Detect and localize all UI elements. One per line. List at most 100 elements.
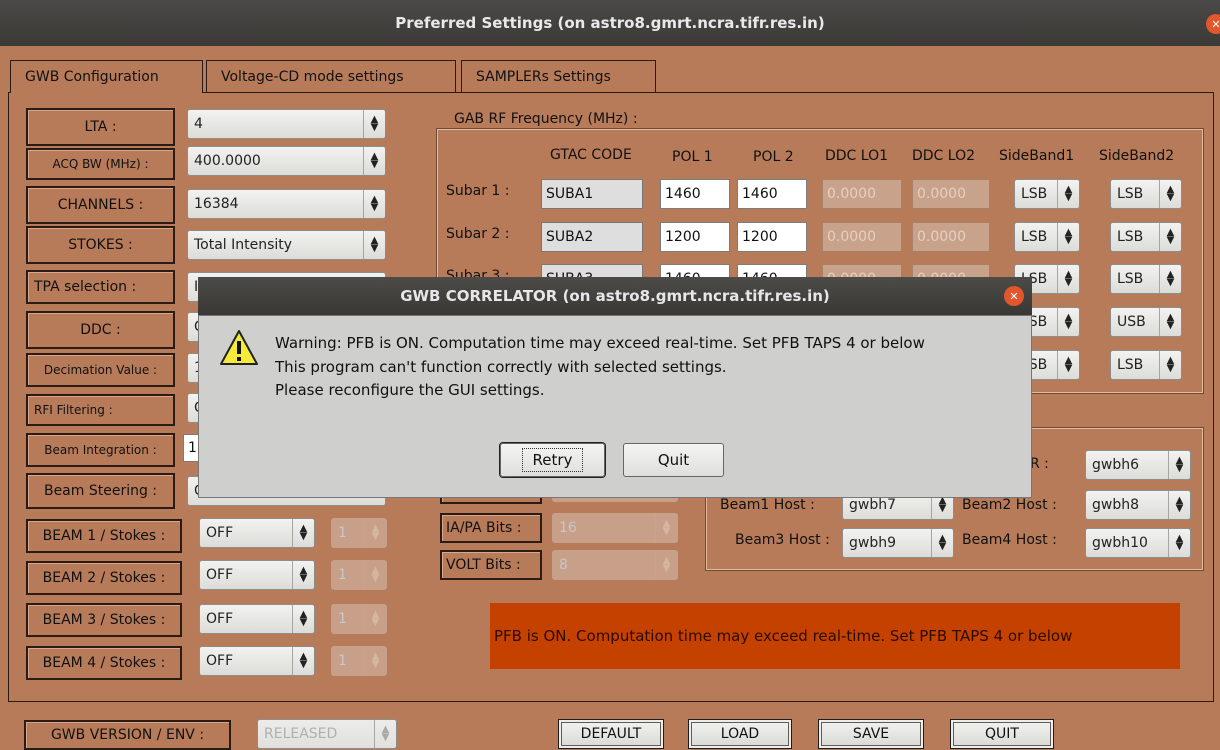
subar-1-code-input[interactable]: SUBA1 (541, 179, 643, 209)
beam3-host-select[interactable]: gwbh9 ▲ ▼ (842, 528, 954, 558)
rf-frequency-title: GAB RF Frequency (MHz) : (450, 111, 642, 127)
subar-1-sideband1-select[interactable]: LSB ▲ ▼ (1014, 179, 1080, 209)
beam-3-select[interactable]: OFF ▲ ▼ (199, 604, 315, 634)
tpa-selection-label: TPA selection : (26, 270, 175, 304)
default-button[interactable]: DEFAULT (558, 719, 664, 749)
spin-arrows-icon: ▲ ▼ (1057, 265, 1079, 293)
beam-4-select[interactable]: OFF ▲ ▼ (199, 646, 315, 676)
beam1-host-label: Beam1 Host : (720, 497, 815, 513)
dialog-message-line-2: This program can't function correctly wi… (275, 358, 727, 376)
beam-2-stokes-spin[interactable]: 1 ▲ ▼ (331, 560, 387, 590)
stokes-select[interactable]: Total Intensity ▲ ▼ (187, 230, 386, 260)
tab-samplers-settings[interactable]: SAMPLERs Settings (461, 60, 656, 92)
subar-2-lo2-input[interactable]: 0.0000 (912, 222, 990, 252)
tab-voltage-cd-mode[interactable]: Voltage-CD mode settings (206, 60, 456, 92)
spin-arrows-icon: ▲ ▼ (364, 605, 386, 633)
beam-1-select[interactable]: OFF ▲ ▼ (199, 518, 315, 548)
spin-arrows-icon: ▲ ▼ (363, 110, 385, 138)
subar-1-pol1-input[interactable]: 1460 (660, 179, 730, 209)
spin-arrows-icon: ▲ ▼ (931, 529, 953, 557)
rfi-filtering-label: RFI Filtering : (26, 394, 175, 426)
dialog-titlebar: GWB CORRELATOR (on astro8.gmrt.ncra.tifr… (198, 277, 1032, 315)
beam-1-stokes-spin[interactable]: 1 ▲ ▼ (331, 518, 387, 548)
warning-icon (220, 330, 258, 365)
subar-2-sideband2-select[interactable]: LSB ▲ ▼ (1110, 222, 1182, 252)
gwb-version-select[interactable]: RELEASED ▲ ▼ (257, 719, 397, 749)
header-sideband1: SideBand1 (999, 148, 1075, 164)
subar-1-sideband2-select[interactable]: LSB ▲ ▼ (1110, 179, 1182, 209)
subar-1-lo1-input[interactable]: 0.0000 (822, 179, 902, 209)
dialog-message-line-3: Please reconfigure the GUI settings. (275, 381, 545, 399)
subar-1-lo2-input[interactable]: 0.0000 (912, 179, 990, 209)
volt-bits-select[interactable]: 8 ▲ ▼ (552, 550, 678, 580)
header-sideband2: SideBand2 (1099, 148, 1175, 164)
beam-3-stokes-spin[interactable]: 1 ▲ ▼ (331, 604, 387, 634)
beam4-host-label: Beam4 Host : (962, 532, 1057, 548)
spin-arrows-icon: ▲ ▼ (292, 647, 314, 675)
beam4-host-select[interactable]: gwbh10 ▲ ▼ (1085, 528, 1191, 558)
spin-arrows-icon: ▲ ▼ (1168, 451, 1190, 479)
window-title: Preferred Settings (on astro8.gmrt.ncra.… (395, 14, 825, 32)
spin-arrows-icon: ▲ ▼ (655, 514, 677, 542)
r-host-label: R : (1030, 456, 1049, 472)
close-icon[interactable]: ✕ (1206, 14, 1220, 34)
beam-2-select[interactable]: OFF ▲ ▼ (199, 560, 315, 590)
dialog-title: GWB CORRELATOR (on astro8.gmrt.ncra.tifr… (400, 287, 830, 305)
channels-select[interactable]: 16384 ▲ ▼ (187, 189, 386, 219)
header-pol2: POL 2 (753, 149, 794, 165)
spin-arrows-icon: ▲ ▼ (655, 551, 677, 579)
subar-2-pol2-input[interactable]: 1200 (737, 222, 807, 252)
subar-2-pol1-input[interactable]: 1200 (660, 222, 730, 252)
header-ddc-lo1: DDC LO1 (825, 148, 889, 164)
spin-arrows-icon: ▲ ▼ (1057, 351, 1079, 379)
save-button[interactable]: SAVE (818, 719, 924, 749)
dialog-quit-button[interactable]: Quit (623, 443, 724, 477)
lta-select[interactable]: 4 ▲ ▼ (187, 109, 386, 139)
subar-2-sideband1-select[interactable]: LSB ▲ ▼ (1014, 222, 1080, 252)
dialog-close-icon[interactable]: ✕ (1004, 286, 1024, 306)
channels-label: CHANNELS : (26, 186, 175, 224)
spin-arrows-icon: ▲ ▼ (363, 190, 385, 218)
spin-arrows-icon: ▲ ▼ (1159, 351, 1181, 379)
beam-4-stokes-label: BEAM 4 / Stokes : (26, 646, 182, 680)
tab-gwb-configuration[interactable]: GWB Configuration (10, 60, 203, 93)
beam-steering-label: Beam Steering : (26, 473, 175, 509)
beam2-host-select[interactable]: gwbh8 ▲ ▼ (1085, 490, 1191, 520)
beam-3-stokes-label: BEAM 3 / Stokes : (26, 603, 182, 637)
spin-arrows-icon: ▲ ▼ (364, 519, 386, 547)
subar-3-sideband2-select[interactable]: LSB ▲ ▼ (1110, 264, 1182, 294)
spin-arrows-icon: ▲ ▼ (1057, 180, 1079, 208)
quit-button[interactable]: QUIT (950, 719, 1054, 749)
spin-arrows-icon: ▲ ▼ (363, 231, 385, 259)
ddc-label: DDC : (26, 311, 175, 349)
header-gtac-code: GTAC CODE (550, 147, 632, 163)
spin-arrows-icon: ▲ ▼ (1057, 223, 1079, 251)
gwb-version-label: GWB VERSION / ENV : (24, 720, 231, 750)
beam-4-stokes-spin[interactable]: 1 ▲ ▼ (331, 646, 387, 676)
window-titlebar: Preferred Settings (on astro8.gmrt.ncra.… (0, 0, 1220, 46)
subar-5-sideband2-select[interactable]: LSB ▲ ▼ (1110, 350, 1182, 380)
spin-arrows-icon: ▲ ▼ (292, 519, 314, 547)
beam-1-stokes-label: BEAM 1 / Stokes : (26, 519, 182, 553)
spin-arrows-icon: ▲ ▼ (374, 720, 396, 748)
spin-arrows-icon: ▲ ▼ (364, 647, 386, 675)
spin-arrows-icon: ▲ ▼ (1168, 529, 1190, 557)
subar-1-pol2-input[interactable]: 1460 (737, 179, 807, 209)
subar-2-code-input[interactable]: SUBA2 (541, 222, 643, 252)
acq-bw-select[interactable]: 400.0000 ▲ ▼ (187, 146, 386, 176)
pfb-warning-bar: PFB is ON. Computation time may exceed r… (490, 603, 1180, 669)
ia-pa-bits-select[interactable]: 16 ▲ ▼ (552, 513, 678, 543)
spin-arrows-icon: ▲ ▼ (1159, 223, 1181, 251)
retry-button[interactable]: Retry (500, 443, 605, 477)
decimation-value-label: Decimation Value : (26, 353, 175, 387)
spin-arrows-icon: ▲ ▼ (363, 147, 385, 175)
spin-arrows-icon: ▲ ▼ (1159, 265, 1181, 293)
spin-arrows-icon: ▲ ▼ (1057, 308, 1079, 336)
spin-arrows-icon: ▲ ▼ (1168, 491, 1190, 519)
beam3-host-label: Beam3 Host : (735, 532, 830, 548)
spin-arrows-icon: ▲ ▼ (1159, 180, 1181, 208)
subar-4-sideband2-select[interactable]: USB ▲ ▼ (1110, 307, 1182, 337)
r-host-select[interactable]: gwbh6 ▲ ▼ (1085, 450, 1191, 480)
subar-2-lo1-input[interactable]: 0.0000 (822, 222, 902, 252)
load-button[interactable]: LOAD (688, 719, 792, 749)
